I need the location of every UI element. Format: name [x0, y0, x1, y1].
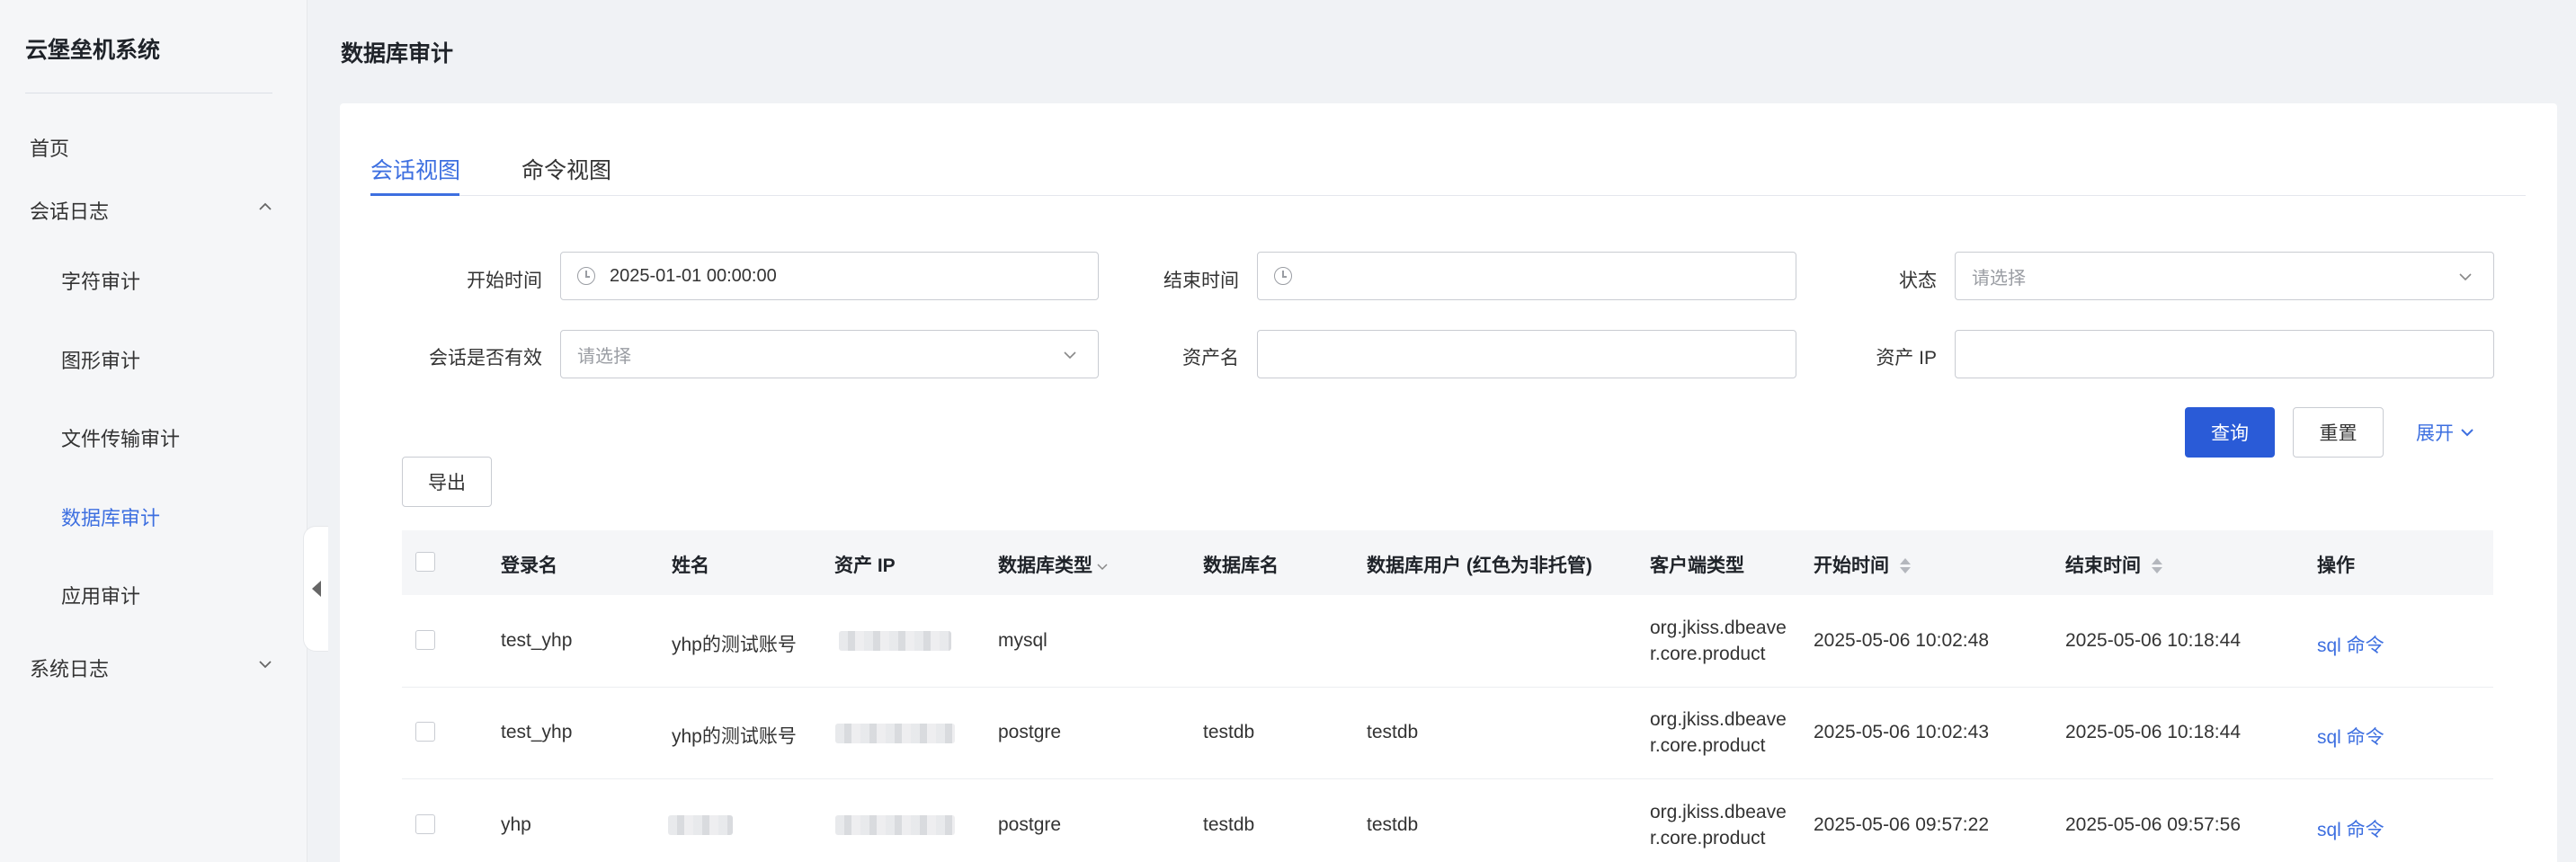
start-time-label: 开始时间	[467, 271, 542, 291]
chevron-down-icon	[2459, 273, 2472, 281]
col-db-user: 数据库用户 (红色为非托管)	[1367, 555, 1592, 576]
sidebar-item-app-audit[interactable]: 应用审计	[61, 581, 140, 609]
sql-command-link[interactable]: sql 命令	[2317, 631, 2384, 658]
col-db-name: 数据库名	[1203, 555, 1279, 576]
col-end-time-label: 结束时间	[2065, 555, 2141, 576]
start-time-input[interactable]: 2025-01-01 00:00:00	[560, 252, 1099, 300]
cell-login: yhp	[501, 814, 531, 835]
export-button[interactable]: 导出	[402, 457, 492, 507]
cell-name-redacted	[668, 815, 733, 835]
clock-icon	[1274, 267, 1292, 285]
status-label: 状态	[1899, 271, 1937, 291]
sidebar-item-graphic-audit[interactable]: 图形审计	[61, 345, 140, 374]
session-valid-placeholder: 请选择	[577, 346, 631, 367]
filter-chevron-icon[interactable]	[1096, 560, 1109, 573]
cell-db-type: mysql	[998, 630, 1047, 651]
cell-end-time: 2025-05-06 10:18:44	[2065, 630, 2241, 651]
col-operation: 操作	[2317, 555, 2355, 576]
cell-end-time: 2025-05-06 10:18:44	[2065, 722, 2241, 742]
session-valid-label: 会话是否有效	[429, 348, 542, 369]
status-select[interactable]: 请选择	[1955, 252, 2494, 300]
sidebar-item-file-transfer-audit[interactable]: 文件传输审计	[61, 423, 180, 452]
cell-start-time: 2025-05-06 09:57:22	[1814, 814, 1989, 835]
sidebar-item-session-log[interactable]: 会话日志	[30, 196, 109, 225]
reset-button[interactable]: 重置	[2293, 407, 2384, 458]
cell-asset-ip-redacted	[835, 815, 955, 835]
row-divider	[402, 687, 2493, 688]
asset-name-input[interactable]	[1257, 330, 1796, 378]
cell-start-time: 2025-05-06 10:02:43	[1814, 722, 1989, 742]
asset-ip-input[interactable]	[1955, 330, 2494, 378]
cell-end-time: 2025-05-06 09:57:56	[2065, 814, 2241, 835]
sort-icon[interactable]	[1898, 557, 1911, 575]
brand-title: 云堡垒机系统	[25, 38, 161, 63]
sql-command-link[interactable]: sql 命令	[2317, 815, 2384, 842]
end-time-label: 结束时间	[1163, 271, 1239, 291]
cell-start-time: 2025-05-06 10:02:48	[1814, 630, 1989, 651]
session-valid-select[interactable]: 请选择	[560, 330, 1099, 378]
cell-db-user: testdb	[1367, 814, 1419, 835]
sidebar: 云堡垒机系统 首页 会话日志 字符审计 图形审计 文件传输审计 数据库审计 应用…	[0, 0, 308, 862]
select-all-checkbox[interactable]	[415, 552, 435, 572]
cell-login: test_yhp	[501, 722, 573, 742]
cell-db-type: postgre	[998, 814, 1062, 835]
chevron-down-icon[interactable]	[258, 657, 272, 671]
cell-name: yhp的测试账号	[672, 726, 797, 747]
asset-ip-label: 资产 IP	[1876, 348, 1937, 369]
row-checkbox[interactable]	[415, 630, 435, 650]
col-end-time[interactable]: 结束时间	[2065, 551, 2162, 578]
col-db-type[interactable]: 数据库类型	[998, 551, 1109, 578]
row-checkbox[interactable]	[415, 814, 435, 834]
query-button[interactable]: 查询	[2185, 407, 2275, 458]
cell-db-name: testdb	[1203, 722, 1255, 742]
end-time-input[interactable]	[1257, 252, 1796, 300]
sidebar-item-database-audit[interactable]: 数据库审计	[61, 502, 160, 531]
expand-button[interactable]: 展开	[2410, 407, 2482, 458]
col-start-time[interactable]: 开始时间	[1814, 551, 1911, 578]
col-client-type: 客户端类型	[1650, 555, 1744, 576]
asset-name-label: 资产名	[1182, 348, 1239, 369]
cell-login: test_yhp	[501, 630, 573, 651]
expand-label: 展开	[2416, 423, 2454, 444]
chevron-down-icon	[2461, 429, 2473, 437]
row-checkbox[interactable]	[415, 722, 435, 742]
cell-client-type: org.jkiss.dbeaver.core.product	[1650, 618, 1787, 664]
chevron-up-icon[interactable]	[258, 200, 272, 214]
cell-db-name: testdb	[1203, 814, 1255, 835]
sidebar-item-char-audit[interactable]: 字符审计	[61, 266, 140, 295]
col-login-name: 登录名	[501, 555, 557, 576]
tab-command-view[interactable]: 命令视图	[521, 153, 611, 185]
cell-db-type: postgre	[998, 722, 1062, 742]
sidebar-collapse-handle[interactable]	[303, 526, 328, 652]
cell-asset-ip-redacted	[835, 724, 955, 743]
caret-left-icon	[311, 581, 321, 597]
tabs-divider	[370, 195, 2526, 196]
tab-session-view[interactable]: 会话视图	[370, 153, 460, 185]
sidebar-item-system-log[interactable]: 系统日志	[30, 653, 109, 682]
col-start-time-label: 开始时间	[1814, 555, 1889, 576]
cell-name: yhp的测试账号	[672, 635, 797, 655]
sql-command-link[interactable]: sql 命令	[2317, 723, 2384, 750]
cell-asset-ip-redacted	[839, 631, 951, 651]
col-asset-ip: 资产 IP	[834, 555, 896, 576]
cell-client-type: org.jkiss.dbeaver.core.product	[1650, 709, 1787, 756]
row-divider	[402, 778, 2493, 779]
clock-icon	[577, 267, 595, 285]
active-tab-indicator	[370, 193, 459, 196]
page-title: 数据库审计	[341, 41, 454, 67]
status-placeholder: 请选择	[1972, 268, 2026, 289]
col-name: 姓名	[672, 555, 709, 576]
start-time-value: 2025-01-01 00:00:00	[610, 265, 777, 286]
cell-db-user: testdb	[1367, 722, 1419, 742]
cell-client-type: org.jkiss.dbeaver.core.product	[1650, 802, 1787, 849]
sort-icon[interactable]	[2150, 557, 2162, 575]
col-db-type-label: 数据库类型	[998, 555, 1092, 576]
sidebar-item-home[interactable]: 首页	[30, 133, 69, 162]
